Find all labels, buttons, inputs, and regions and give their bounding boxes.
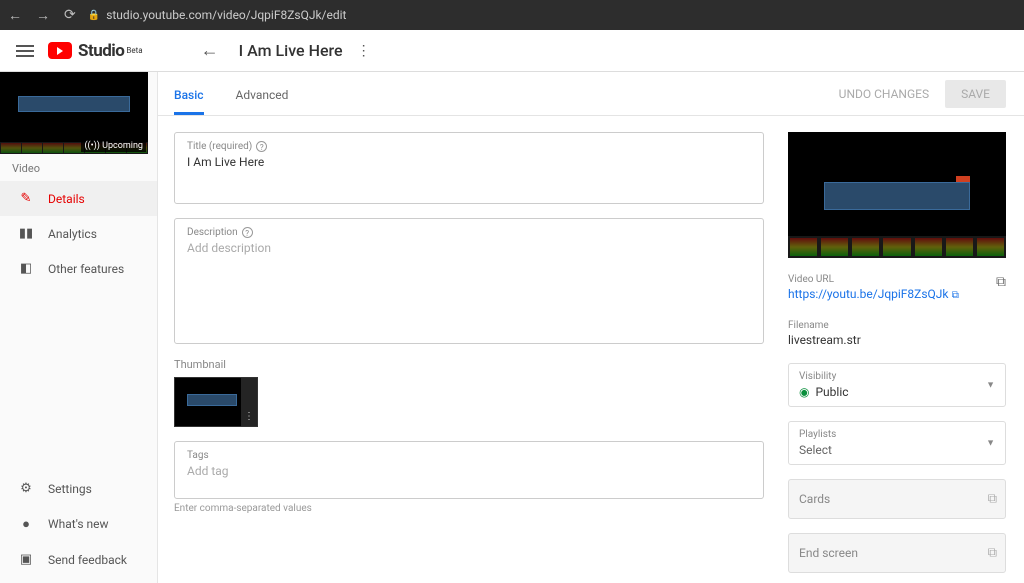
title-label: Title (required) [187, 141, 252, 152]
title-field[interactable]: Title (required) ? I Am Live Here [174, 132, 764, 204]
upcoming-badge: ((•)) Upcoming [81, 140, 146, 152]
visibility-label: Visibility [799, 371, 995, 382]
sidebar-item-send-feedback[interactable]: ▣ Send feedback [0, 542, 157, 577]
pencil-icon: ✎ [18, 191, 34, 206]
feedback-icon: ▣ [18, 552, 34, 567]
playlists-selector[interactable]: Playlists Select ▼ [788, 421, 1006, 465]
open-external-icon: ⧉ [988, 492, 997, 507]
sidebar-item-other-features[interactable]: ◧ Other features [0, 251, 157, 286]
info-icon: ● [18, 516, 34, 532]
sidebar-item-label: Settings [48, 482, 92, 496]
sidebar: ((•)) Upcoming Video ✎ Details ▮▮ Analyt… [0, 72, 158, 583]
youtube-play-icon [48, 42, 72, 59]
cards-button[interactable]: Cards ⧉ [788, 479, 1006, 519]
thumbnail-options-icon[interactable]: ⋮ [241, 378, 257, 426]
visibility-public-icon: ◉ [799, 385, 809, 399]
playlists-value: Select [799, 443, 995, 457]
browser-reload-icon[interactable]: ⟳ [64, 7, 76, 24]
help-icon[interactable]: ? [256, 141, 267, 152]
address-bar[interactable]: 🔒 studio.youtube.com/video/JqpiF8ZsQJk/e… [88, 8, 347, 22]
end-screen-button[interactable]: End screen ⧉ [788, 533, 1006, 573]
tags-field[interactable]: Tags Add tag [174, 441, 764, 499]
copy-url-icon[interactable]: ⧉ [996, 274, 1006, 290]
sidebar-item-label: Analytics [48, 227, 97, 241]
sidebar-section-label: Video [0, 154, 157, 181]
video-url-link[interactable]: https://youtu.be/JqpiF8ZsQJk [788, 287, 949, 301]
sidebar-item-analytics[interactable]: ▮▮ Analytics [0, 216, 157, 251]
chevron-down-icon: ▼ [986, 438, 995, 449]
tab-basic[interactable]: Basic [174, 74, 204, 114]
hamburger-icon[interactable] [16, 45, 34, 57]
tags-hint: Enter comma-separated values [174, 503, 764, 514]
save-button[interactable]: SAVE [945, 80, 1006, 108]
youtube-studio-logo[interactable]: StudioBeta [48, 41, 143, 61]
features-icon: ◧ [18, 261, 34, 276]
filename-label: Filename [788, 320, 1006, 331]
open-external-icon: ⧉ [988, 546, 997, 561]
app-header: StudioBeta ← I Am Live Here ⋮ [0, 30, 1024, 72]
end-screen-label: End screen [799, 546, 995, 560]
tags-label: Tags [187, 450, 209, 461]
sidebar-item-label: Other features [48, 262, 124, 276]
more-options-icon[interactable]: ⋮ [357, 43, 371, 59]
visibility-value: Public [815, 385, 848, 399]
gear-icon: ⚙ [18, 481, 34, 496]
lock-icon: 🔒 [88, 10, 100, 21]
open-external-icon[interactable]: ⧉ [952, 290, 959, 301]
title-input[interactable]: I Am Live Here [187, 155, 751, 169]
page-title: I Am Live Here [239, 41, 343, 60]
video-thumbnail[interactable]: ((•)) Upcoming [0, 72, 148, 154]
cards-label: Cards [799, 492, 995, 506]
video-preview[interactable] [788, 132, 1006, 258]
tab-advanced[interactable]: Advanced [236, 74, 289, 114]
browser-back-icon[interactable]: ← [8, 7, 22, 24]
video-url-label: Video URL [788, 274, 988, 285]
chevron-down-icon: ▼ [986, 380, 995, 391]
toolbar: Basic Advanced UNDO CHANGES SAVE [158, 72, 1024, 116]
back-arrow-icon[interactable]: ← [201, 40, 219, 61]
sidebar-item-whats-new[interactable]: ● What's new [0, 506, 157, 542]
url-text: studio.youtube.com/video/JqpiF8ZsQJk/edi… [106, 8, 346, 22]
filename-value: livestream.str [788, 333, 1006, 347]
thumbnail-preview[interactable]: ⋮ [174, 377, 258, 427]
undo-changes-button[interactable]: UNDO CHANGES [839, 87, 929, 101]
sidebar-item-label: Send feedback [48, 553, 127, 567]
browser-forward-icon[interactable]: → [36, 7, 50, 24]
thumbnail-label: Thumbnail [174, 358, 764, 371]
help-icon[interactable]: ? [242, 227, 253, 238]
sidebar-item-label: What's new [48, 517, 109, 531]
sidebar-item-settings[interactable]: ⚙ Settings [0, 471, 157, 506]
playlists-label: Playlists [799, 429, 995, 440]
visibility-selector[interactable]: Visibility ◉ Public ▼ [788, 363, 1006, 407]
description-label: Description [187, 227, 238, 238]
sidebar-item-details[interactable]: ✎ Details [0, 181, 157, 216]
tags-input[interactable]: Add tag [187, 464, 751, 478]
description-input[interactable]: Add description [187, 241, 751, 255]
sidebar-item-label: Details [48, 192, 85, 206]
analytics-icon: ▮▮ [18, 226, 34, 241]
description-field[interactable]: Description ? Add description [174, 218, 764, 344]
browser-bar: ← → ⟳ 🔒 studio.youtube.com/video/JqpiF8Z… [0, 0, 1024, 30]
